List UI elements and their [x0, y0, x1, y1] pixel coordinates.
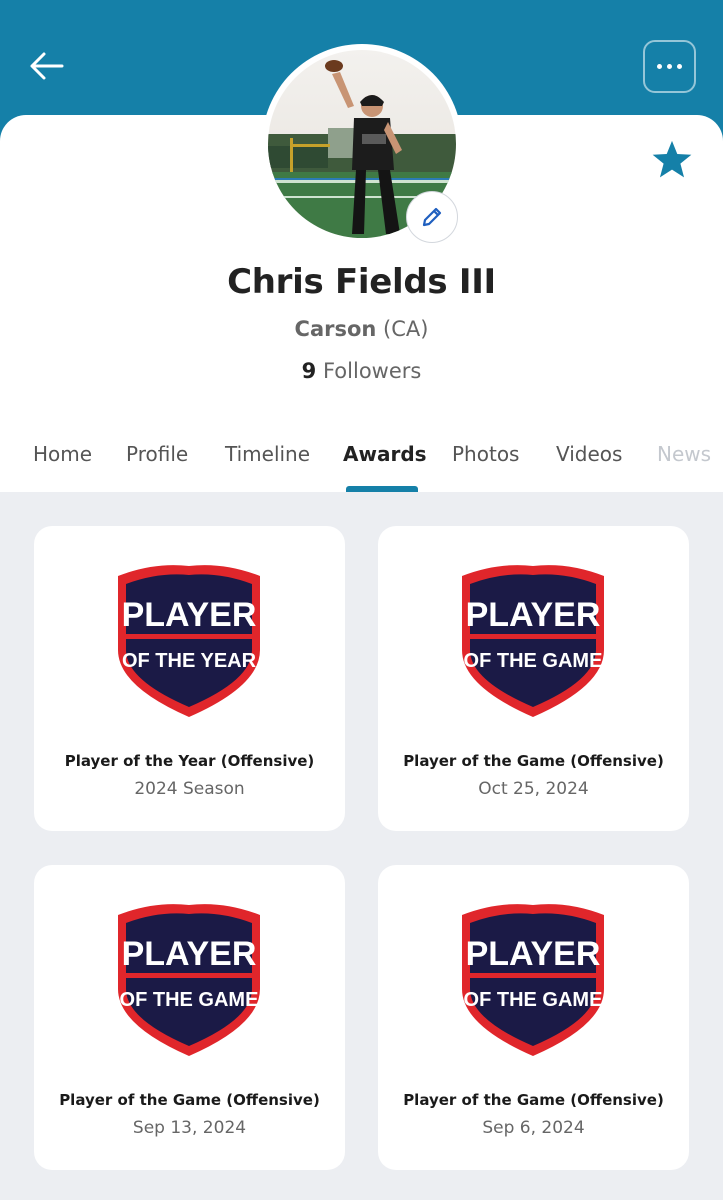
arrow-left-icon: [30, 52, 64, 80]
badge-text-bottom: OF THE YEAR: [122, 650, 257, 672]
more-options-button[interactable]: [643, 40, 696, 93]
tab-news[interactable]: News: [657, 442, 711, 466]
award-date: Oct 25, 2024: [478, 779, 589, 799]
badge-text-bottom: OF THE GAME: [464, 989, 603, 1011]
favorite-button[interactable]: [650, 139, 694, 181]
award-card[interactable]: PLAYER OF THE GAME Player of the Game (O…: [378, 526, 689, 831]
tab-photos[interactable]: Photos: [452, 442, 519, 466]
active-tab-indicator: [346, 486, 418, 492]
badge-text-top: PLAYER: [466, 596, 601, 634]
profile-tabs: Home Profile Timeline Awards Photos Vide…: [0, 436, 723, 492]
award-badge-icon: PLAYER OF THE GAME: [462, 565, 604, 717]
award-card[interactable]: PLAYER OF THE YEAR Player of the Year (O…: [34, 526, 345, 831]
location-city: Carson: [294, 317, 377, 341]
award-title: Player of the Game (Offensive): [403, 752, 664, 770]
profile-location: Carson (CA): [0, 317, 723, 341]
edit-photo-button[interactable]: [406, 191, 458, 243]
more-dot: [667, 64, 672, 69]
award-badge-icon: PLAYER OF THE GAME: [118, 904, 260, 1056]
badge-text-top: PLAYER: [466, 935, 601, 973]
award-badge-icon: PLAYER OF THE YEAR: [118, 565, 260, 717]
award-date: 2024 Season: [134, 779, 245, 799]
more-horizontal-icon: [657, 64, 662, 69]
award-badge-icon: PLAYER OF THE GAME: [462, 904, 604, 1056]
award-title: Player of the Year (Offensive): [64, 752, 315, 770]
followers-label: Followers: [322, 359, 422, 383]
award-title: Player of the Game (Offensive): [403, 1091, 664, 1109]
badge-text-bottom: OF THE GAME: [464, 650, 603, 672]
award-title: Player of the Game (Offensive): [59, 1091, 320, 1109]
tab-profile[interactable]: Profile: [126, 442, 188, 466]
back-button[interactable]: [24, 44, 68, 88]
award-date: Sep 13, 2024: [132, 1118, 247, 1138]
star-icon: [652, 140, 692, 178]
badge-text-bottom: OF THE GAME: [120, 989, 259, 1011]
followers-count: 9: [301, 359, 317, 383]
award-card[interactable]: PLAYER OF THE GAME Player of the Game (O…: [378, 865, 689, 1170]
more-dot: [677, 64, 682, 69]
award-date: Sep 6, 2024: [482, 1118, 585, 1138]
profile-name: Chris Fields III: [227, 262, 496, 302]
pencil-icon: [422, 207, 442, 227]
followers-info[interactable]: 9 Followers: [0, 359, 723, 383]
award-card[interactable]: PLAYER OF THE GAME Player of the Game (O…: [34, 865, 345, 1170]
tab-videos[interactable]: Videos: [556, 442, 622, 466]
tab-awards[interactable]: Awards: [343, 442, 427, 466]
badge-text-top: PLAYER: [122, 596, 257, 634]
tab-home[interactable]: Home: [33, 442, 92, 466]
location-state: (CA): [383, 317, 429, 341]
badge-text-top: PLAYER: [122, 935, 257, 973]
tab-timeline[interactable]: Timeline: [225, 442, 310, 466]
